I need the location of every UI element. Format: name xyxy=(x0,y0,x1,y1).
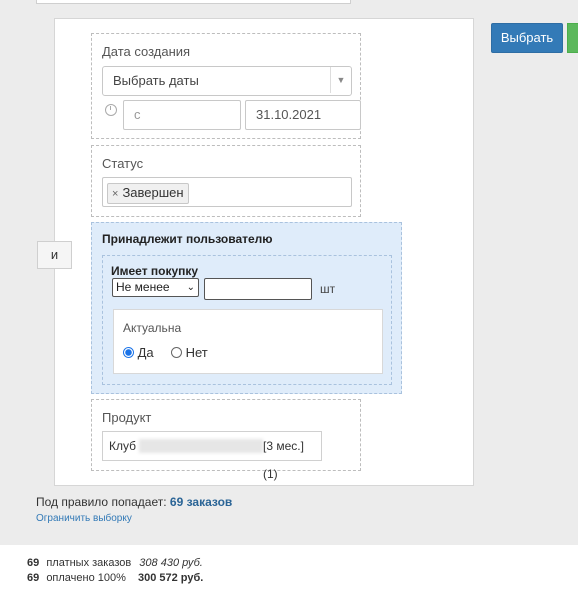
creation-date-label: Дата создания xyxy=(102,44,191,59)
date-from-placeholder: с xyxy=(134,107,141,122)
comparison-select-value: Не менее xyxy=(116,280,170,294)
product-name-prefix: Клуб xyxy=(109,439,136,453)
rule-summary-text: Под правило попадает: xyxy=(36,495,167,509)
radio-no[interactable] xyxy=(171,347,182,358)
green-action-button[interactable] xyxy=(567,23,578,53)
product-name-suffix: [3 мес.] (1) xyxy=(263,439,304,481)
status-multiselect[interactable]: × Завершен xyxy=(102,177,352,207)
stat-row-full: 69 оплачено 100% 300 572 руб. xyxy=(27,572,203,584)
previous-input-field[interactable] xyxy=(36,0,351,4)
product-block: Продукт Клуб [3 мес.] (1) xyxy=(91,399,361,481)
date-range-select[interactable]: Выбрать даты ▼ xyxy=(102,66,352,96)
redacted-product-name xyxy=(139,439,263,453)
stat-label: платных заказов xyxy=(46,557,132,569)
chevron-down-icon: ⌄ xyxy=(186,282,195,293)
remove-tag-icon[interactable]: × xyxy=(112,188,118,200)
clock-icon xyxy=(105,104,117,116)
actual-yes-label: Да xyxy=(137,345,154,360)
and-operator-button[interactable]: и xyxy=(37,241,72,269)
actual-label: Актуальна xyxy=(123,321,182,335)
rule-summary: Под правило попадает: 69 заказов xyxy=(36,495,232,509)
product-label: Продукт xyxy=(102,410,152,425)
actual-yes-option[interactable]: Да xyxy=(123,345,154,360)
status-tag-label: Завершен xyxy=(122,185,184,200)
chevron-down-icon: ▼ xyxy=(330,67,351,93)
belongs-to-user-group: Принадлежит пользователю Имеет покупку Н… xyxy=(91,222,402,394)
product-value[interactable]: Клуб [3 мес.] (1) xyxy=(102,431,322,481)
status-tag[interactable]: × Завершен xyxy=(107,183,189,204)
rule-count-link[interactable]: 69 заказов xyxy=(170,495,232,509)
stat-label: оплачено 100% xyxy=(46,572,126,584)
status-block: Статус × Завершен xyxy=(91,145,361,217)
date-to-input[interactable]: 31.10.2021 xyxy=(245,100,361,130)
stat-row-paid: 69 платных заказов 308 430 руб. xyxy=(27,557,203,569)
select-button[interactable]: Выбрать xyxy=(491,23,563,53)
actual-no-label: Нет xyxy=(185,345,208,360)
stat-count: 69 xyxy=(27,572,40,584)
date-range-select-value: Выбрать даты xyxy=(113,73,199,88)
radio-yes[interactable] xyxy=(123,347,134,358)
stat-count: 69 xyxy=(27,557,40,569)
date-to-value: 31.10.2021 xyxy=(256,107,322,122)
group-title: Принадлежит пользователю xyxy=(102,232,273,246)
actual-block: Актуальна Да Нет xyxy=(113,309,383,374)
actual-no-option[interactable]: Нет xyxy=(171,345,208,360)
status-label: Статус xyxy=(102,156,144,171)
comparison-select[interactable]: Не менее ⌄ xyxy=(112,278,199,297)
has-purchase-title: Имеет покупку xyxy=(111,264,199,278)
stat-amount: 308 430 руб. xyxy=(139,557,203,569)
has-purchase-block: Имеет покупку Не менее ⌄ шт Актуальна Да… xyxy=(102,255,392,385)
unit-label: шт xyxy=(320,282,336,296)
quantity-input[interactable] xyxy=(204,278,312,300)
date-from-input[interactable]: с xyxy=(123,100,241,130)
limit-selection-link[interactable]: Ограничить выборку xyxy=(36,513,132,524)
stat-amount: 300 572 руб. xyxy=(137,572,204,584)
creation-date-block: Дата создания Выбрать даты ▼ с 31.10.202… xyxy=(91,33,361,139)
